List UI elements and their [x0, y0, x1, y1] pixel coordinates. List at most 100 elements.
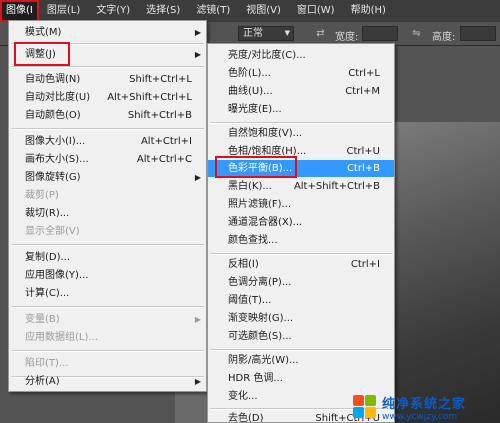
link-icon[interactable]: ⇋: [410, 27, 423, 40]
menu-item-color-balance[interactable]: 色彩平衡(B)... Ctrl+B: [208, 160, 394, 177]
menu-item-label: 曝光度(E)...: [228, 104, 282, 115]
menu-item-trim[interactable]: 裁切(R)...: [9, 205, 206, 222]
menubar-image[interactable]: 图像(I: [0, 0, 39, 22]
submenu-arrow-icon: ▶: [194, 28, 201, 37]
menu-item-label: 自然饱和度(V)...: [228, 128, 303, 139]
adjustments-submenu: 亮度/对比度(C)... 色阶(L)... Ctrl+L 曲线(U)... Ctrl…: [207, 43, 395, 423]
menu-separator: [11, 244, 204, 246]
submenu-arrow-icon: ▶: [194, 315, 201, 324]
menu-item-analysis[interactable]: 分析(A) ▶: [9, 373, 206, 390]
menu-item-levels[interactable]: 色阶(L)... Ctrl+L: [208, 65, 394, 82]
menu-item-label: 黑白(K)...: [228, 181, 272, 192]
menubar-type[interactable]: 文字(Y): [88, 0, 138, 22]
menu-item-label: 复制(D)...: [25, 252, 71, 263]
menu-item-label: 显示全部(V): [25, 226, 80, 237]
menu-item-invert[interactable]: 反相(I) Ctrl+I: [208, 256, 394, 273]
menu-item-crop: 裁剪(P): [9, 187, 206, 204]
menubar-layer[interactable]: 图层(L): [39, 0, 88, 22]
menubar-select[interactable]: 选择(S): [138, 0, 188, 22]
menu-item-apply-image[interactable]: 应用图像(Y)...: [9, 267, 206, 284]
menu-item-label: 反相(I): [228, 259, 259, 270]
menu-item-apply-data-set: 应用数据组(L)...: [9, 329, 206, 346]
menu-item-label: 应用图像(Y)...: [25, 270, 89, 281]
menu-item-label: 模式(M): [25, 27, 62, 38]
menu-item-label: 计算(C)...: [25, 288, 70, 299]
menu-item-label: 通道混合器(X)...: [228, 217, 303, 228]
menu-item-label: 自动色调(N): [25, 74, 81, 85]
menu-item-exposure[interactable]: 曝光度(E)...: [208, 101, 394, 118]
menu-item-selective-color[interactable]: 可选颜色(S)...: [208, 328, 394, 345]
menu-separator: [11, 306, 204, 308]
menu-item-label: 色彩平衡(B)...: [228, 163, 293, 174]
menu-item-label: 渐变映射(G)...: [228, 313, 294, 324]
swap-icon[interactable]: ⇄: [314, 27, 327, 40]
menu-item-auto-contrast[interactable]: 自动对比度(U) Alt+Shift+Ctrl+L: [9, 89, 206, 106]
submenu-arrow-icon: ▶: [194, 377, 201, 386]
menu-item-adjust[interactable]: 调整(J) ▶: [9, 46, 206, 63]
menu-item-posterize[interactable]: 色调分离(P)...: [208, 274, 394, 291]
menu-item-channel-mixer[interactable]: 通道混合器(X)...: [208, 214, 394, 231]
menu-item-shortcut: Shift+Ctrl+L: [129, 74, 192, 85]
menu-item-vibrance[interactable]: 自然饱和度(V)...: [208, 125, 394, 142]
menu-item-label: 陷印(T)...: [25, 358, 69, 369]
menubar-view[interactable]: 视图(V): [238, 0, 289, 22]
menu-item-label: 曲线(U)...: [228, 86, 273, 97]
menu-item-mode[interactable]: 模式(M) ▶: [9, 24, 206, 41]
watermark-logo: 纯净系统之家 www.ycwjzy.com: [352, 391, 500, 423]
menu-item-label: 色相/饱和度(H)...: [228, 146, 307, 157]
menu-item-label: 裁切(R)...: [25, 208, 70, 219]
menu-item-label: 图像大小(I)...: [25, 136, 86, 147]
menu-item-image-rotation[interactable]: 图像旋转(G) ▶: [9, 169, 206, 186]
menu-item-shortcut: Ctrl+L: [348, 68, 380, 79]
submenu-arrow-icon: ▶: [194, 173, 201, 182]
menu-item-label: 变化...: [228, 391, 258, 402]
menu-item-black-white[interactable]: 黑白(K)... Alt+Shift+Ctrl+B: [208, 178, 394, 195]
menu-item-shortcut: Alt+Ctrl+I: [140, 136, 192, 147]
menu-item-color-lookup[interactable]: 颜色查找...: [208, 232, 394, 249]
menu-item-hdr-toning[interactable]: HDR 色调...: [208, 370, 394, 387]
height-field[interactable]: [460, 26, 496, 41]
menu-item-curves[interactable]: 曲线(U)... Ctrl+M: [208, 83, 394, 100]
menu-item-threshold[interactable]: 阈值(T)...: [208, 292, 394, 309]
menu-item-label: 颜色查找...: [228, 235, 278, 246]
menu-item-shortcut: Ctrl+B: [346, 163, 380, 174]
image-menu: 模式(M) ▶ 调整(J) ▶ 自动色调(N) Shift+Ctrl+L 自动对比度(…: [8, 20, 207, 392]
submenu-arrow-icon: ▶: [194, 50, 201, 59]
menu-item-label: 照片滤镜(F)...: [228, 199, 292, 210]
menu-item-shortcut: Shift+Ctrl+B: [127, 110, 192, 121]
chevron-down-icon: ▼: [284, 29, 290, 37]
menu-separator: [11, 43, 204, 45]
menu-item-auto-color[interactable]: 自动颜色(O) Shift+Ctrl+B: [9, 107, 206, 124]
menu-separator: [210, 253, 392, 255]
menu-item-brightness-contrast[interactable]: 亮度/对比度(C)...: [208, 47, 394, 64]
menu-item-reveal-all: 显示全部(V): [9, 223, 206, 240]
menu-item-label: 自动颜色(O): [25, 110, 81, 121]
menu-item-canvas-size[interactable]: 画布大小(S)... Alt+Ctrl+C: [9, 151, 206, 168]
width-field[interactable]: [362, 26, 398, 41]
menu-item-hue-saturation[interactable]: 色相/饱和度(H)... Ctrl+U: [208, 143, 394, 160]
menu-item-variables: 变量(B) ▶: [9, 311, 206, 328]
menu-item-label: 色调分离(P)...: [228, 277, 292, 288]
mode-select[interactable]: 正常 ▼: [238, 26, 294, 41]
width-label: 宽度:: [335, 32, 359, 43]
menu-bar: 图像(I 图层(L) 文字(Y) 选择(S) 滤镜(T) 视图(V) 窗口(W)…: [0, 0, 500, 22]
menubar-help[interactable]: 帮助(H): [343, 0, 394, 22]
menu-item-duplicate[interactable]: 复制(D)...: [9, 249, 206, 266]
menu-item-shortcut: Ctrl+U: [346, 146, 381, 157]
menubar-filter[interactable]: 滤镜(T): [188, 0, 238, 22]
menu-item-shadows-highlights[interactable]: 阴影/高光(W)...: [208, 352, 394, 369]
menu-item-label: 分析(A): [25, 376, 60, 387]
menu-item-auto-tone[interactable]: 自动色调(N) Shift+Ctrl+L: [9, 71, 206, 88]
menu-item-label: 图像旋转(G): [25, 172, 81, 183]
menu-item-image-size[interactable]: 图像大小(I)... Alt+Ctrl+I: [9, 133, 206, 150]
menu-item-calculations[interactable]: 计算(C)...: [9, 285, 206, 302]
watermark-title: 纯净系统之家: [382, 396, 467, 412]
menu-separator: [11, 350, 204, 352]
menu-item-label: 色阶(L)...: [228, 68, 271, 79]
menu-item-photo-filter[interactable]: 照片滤镜(F)...: [208, 196, 394, 213]
menu-item-gradient-map[interactable]: 渐变映射(G)...: [208, 310, 394, 327]
menubar-window[interactable]: 窗口(W): [289, 0, 343, 22]
menu-item-label: 可选颜色(S)...: [228, 331, 292, 342]
menu-separator: [210, 349, 392, 351]
menu-item-label: 应用数据组(L)...: [25, 332, 98, 343]
